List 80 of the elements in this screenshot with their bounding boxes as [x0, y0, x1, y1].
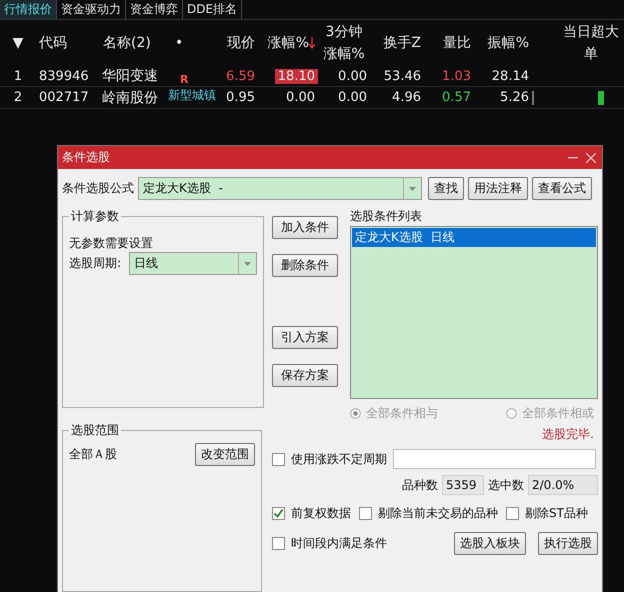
period-input-field[interactable]	[393, 449, 596, 469]
period-dropdown[interactable]: 日线	[129, 252, 258, 275]
price-cell-text: 0.95	[225, 90, 256, 106]
dialog-button[interactable]: 查找	[428, 177, 464, 200]
count-value: 5359	[442, 475, 484, 495]
list-label: 选股条件列表	[350, 208, 423, 225]
column-header[interactable]: 代码	[39, 32, 67, 54]
ratio-cell-text: 1.03	[441, 68, 472, 84]
column-header[interactable]: 量比	[443, 32, 471, 54]
caret-icon	[409, 186, 416, 190]
dialog-button[interactable]: 删除条件	[272, 254, 338, 277]
stock-name[interactable]: 岭南股份	[100, 88, 158, 107]
status-text: 选股完毕.	[542, 426, 594, 443]
table-cell-text: 0.00	[337, 90, 368, 106]
checkbox[interactable]	[506, 507, 519, 520]
dialog-button[interactable]: 保存方案	[272, 364, 338, 387]
price-cell-text: 6.59	[225, 68, 256, 84]
checkbox-label: 剔除当前未交易的品种	[378, 505, 498, 522]
table-cell-text: 28.14	[490, 68, 530, 84]
checkbox-label: 使用涨跌不定周期	[291, 450, 387, 468]
tab[interactable]: 资金驱动力	[57, 0, 126, 19]
column-header[interactable]: 名称(2)	[103, 32, 151, 54]
column-header[interactable]: 涨幅%	[268, 32, 309, 54]
group-title: 计算参数	[70, 208, 120, 225]
stock-name[interactable]: 华阳变速	[100, 67, 158, 86]
table-cell-text: 0.00	[337, 68, 368, 84]
dialog-button[interactable]: 加入条件	[272, 216, 338, 239]
checkbox[interactable]	[272, 507, 285, 520]
params-text: 无参数需要设置	[69, 235, 154, 252]
column-header[interactable]: 换手Z	[383, 32, 421, 54]
radio-button[interactable]	[506, 408, 517, 419]
tab[interactable]: 行情报价	[0, 0, 57, 19]
checkbox[interactable]	[272, 537, 285, 550]
ratio-cell-text: 0.57	[441, 90, 472, 106]
radio-button[interactable]	[350, 408, 361, 419]
stock-tag: R	[180, 73, 188, 86]
change-cell: 18.10	[274, 68, 318, 84]
dialog-button[interactable]: 执行选股	[538, 532, 598, 555]
group-title: 选股范围	[70, 422, 120, 439]
dialog-button[interactable]: 查看公式	[532, 177, 592, 200]
formula-dropdown[interactable]: 定龙大K选股 -	[138, 177, 422, 200]
dialog-button[interactable]: 选股入板块	[454, 532, 526, 555]
window-title: 条件选股	[62, 149, 110, 166]
table-cell-text: 53.46	[382, 68, 422, 84]
list-item[interactable]: 定龙大K选股 日线	[352, 228, 596, 247]
dialog-button[interactable]: 用法注释	[468, 177, 528, 200]
field-label: 选股周期:	[69, 255, 122, 272]
row-number: 2	[12, 90, 24, 106]
stock-code: 839946	[38, 68, 90, 84]
checkbox-label: 前复权数据	[291, 505, 351, 522]
row-number: 1	[12, 68, 24, 84]
count-value: 2/0.0%	[528, 475, 598, 495]
dialog-button[interactable]: 引入方案	[272, 326, 338, 349]
checkbox-label: 剔除ST品种	[525, 505, 588, 522]
column-header[interactable]: ▼	[12, 32, 24, 54]
radio-label: 全部条件相与	[366, 405, 438, 422]
column-header[interactable]: •	[175, 32, 184, 54]
minimize-icon[interactable]	[568, 156, 578, 158]
table-cell-text: 4.96	[391, 90, 422, 106]
count-label: 选中数	[488, 476, 524, 494]
change-cell-text: 0.00	[285, 90, 316, 106]
column-header[interactable]: 振幅%	[488, 32, 529, 54]
range-text: 全部Ａ股	[69, 446, 117, 463]
field-label: 条件选股公式	[62, 180, 134, 197]
caret-icon	[244, 262, 252, 266]
tab[interactable]: 资金博弈	[126, 0, 183, 19]
checkbox[interactable]	[272, 452, 285, 466]
table-cell-text: 5.26	[499, 90, 530, 106]
column-header[interactable]: 当日超大单	[561, 21, 621, 66]
radio-label: 全部条件相或	[522, 405, 594, 422]
checkbox[interactable]	[359, 507, 372, 520]
change-range-button[interactable]: 改变范围	[195, 443, 255, 466]
close-icon[interactable]	[586, 152, 596, 162]
checkbox-label: 时间段内满足条件	[291, 535, 387, 552]
tab[interactable]: DDE排名	[183, 0, 242, 19]
column-header[interactable]: 3分钟涨幅%	[321, 21, 367, 66]
column-header[interactable]: 现价	[227, 32, 255, 54]
count-label: 品种数	[402, 476, 438, 494]
stock-code: 002717	[38, 90, 90, 106]
stock-tag: 新型城镇	[168, 87, 216, 104]
